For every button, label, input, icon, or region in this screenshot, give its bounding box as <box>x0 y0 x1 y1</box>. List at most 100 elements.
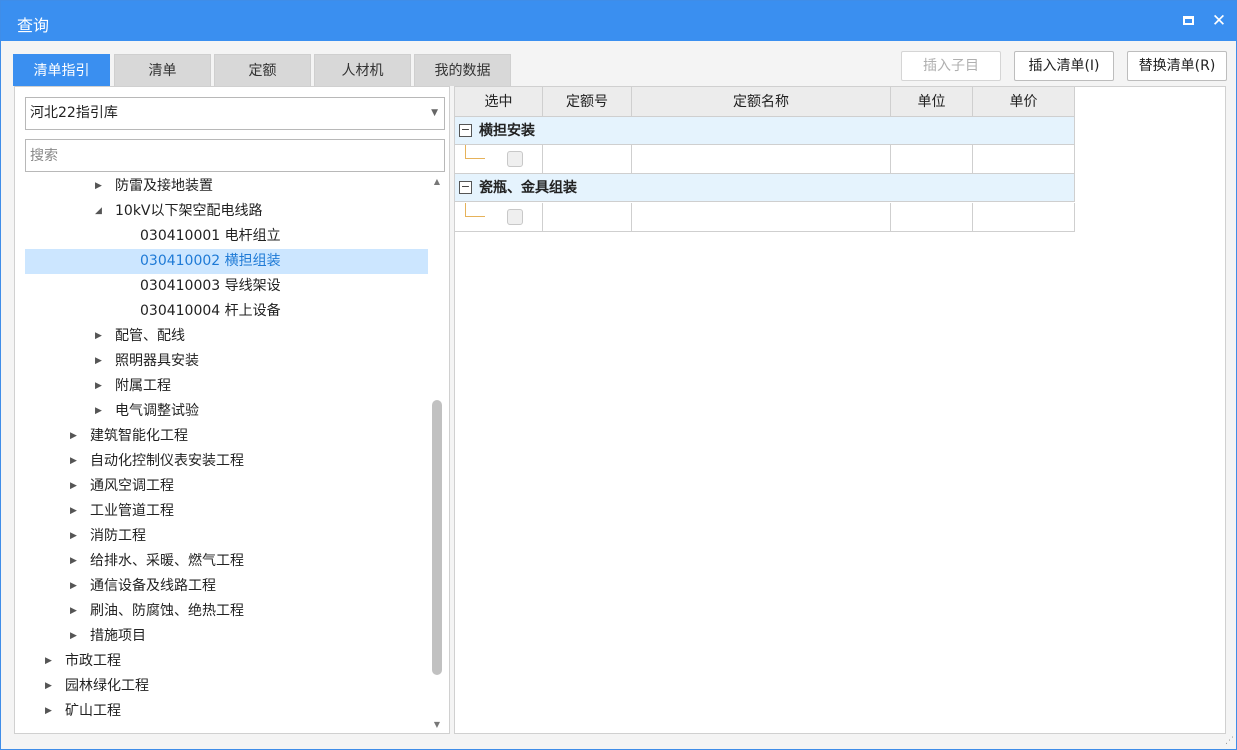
tree-item-label: 附属工程 <box>115 378 171 394</box>
column-header-unit-price[interactable]: 单价 <box>973 87 1075 117</box>
tree-item[interactable]: 030410004 杆上设备 <box>25 299 428 324</box>
group-row[interactable]: − 瓷瓶、金具组装 <box>455 174 1075 202</box>
triangle-right-icon[interactable]: ▶ <box>45 699 52 724</box>
title-bar[interactable]: 查询 ✕ <box>1 1 1236 41</box>
window-title: 查询 <box>17 16 50 35</box>
cell-select <box>455 145 543 173</box>
column-header-quota-name[interactable]: 定额名称 <box>632 87 891 117</box>
scroll-up-icon[interactable]: ▲ <box>432 177 442 187</box>
tree-item-label: 矿山工程 <box>65 703 121 719</box>
right-panel: 选中 定额号 定额名称 单位 单价 − 横担安装 − 瓷瓶、金具组装 <box>454 86 1226 734</box>
search-input[interactable] <box>25 139 445 172</box>
minus-icon[interactable]: − <box>459 124 472 137</box>
tree-item-label: 030410001 电杆组立 <box>140 228 281 244</box>
tree-item[interactable]: ▶ 配管、配线 <box>25 324 428 349</box>
tab-list[interactable]: 清单 <box>114 54 211 86</box>
row-checkbox[interactable] <box>507 209 523 225</box>
tree-item[interactable]: 030410001 电杆组立 <box>25 224 428 249</box>
tree-item[interactable]: ▶ 自动化控制仪表安装工程 <box>25 449 428 474</box>
tree-item[interactable]: 030410002 横担组装 <box>25 249 428 274</box>
tree-item-label: 刷油、防腐蚀、绝热工程 <box>90 603 244 619</box>
scrollbar-thumb[interactable] <box>432 400 442 675</box>
tree-item-label: 电气调整试验 <box>115 403 199 419</box>
tree-item[interactable]: ▶ 给排水、采暖、燃气工程 <box>25 549 428 574</box>
row-checkbox[interactable] <box>507 151 523 167</box>
tree-item-label: 030410004 杆上设备 <box>140 303 281 319</box>
triangle-right-icon[interactable]: ▶ <box>70 574 77 599</box>
tree-item[interactable]: ▶ 建筑智能化工程 <box>25 424 428 449</box>
table-row[interactable] <box>455 203 1075 232</box>
insert-list-button[interactable]: 插入清单(I) <box>1014 51 1114 81</box>
tree-item-label: 030410002 横担组装 <box>140 253 281 269</box>
close-icon[interactable]: ✕ <box>1209 11 1229 31</box>
cell-quota-code <box>543 203 632 231</box>
tree-item-label: 措施项目 <box>90 628 146 644</box>
triangle-right-icon[interactable]: ▶ <box>70 474 77 499</box>
tree-item-label: 030410003 导线架设 <box>140 278 281 294</box>
tree-item[interactable]: ▶ 市政工程 <box>25 649 428 674</box>
maximize-icon[interactable] <box>1178 11 1198 31</box>
tree-item-label: 消防工程 <box>90 528 146 544</box>
group-label: 瓷瓶、金具组装 <box>479 180 577 196</box>
tree-scrollbar[interactable]: ▲ ▼ <box>429 175 445 733</box>
cell-quota-code <box>543 145 632 173</box>
column-header-quota-code[interactable]: 定额号 <box>543 87 632 117</box>
tree-item[interactable]: ▶ 防雷及接地装置 <box>25 175 428 199</box>
triangle-right-icon[interactable]: ▶ <box>45 674 52 699</box>
tree-item[interactable]: ▶ 通信设备及线路工程 <box>25 574 428 599</box>
resize-grip-icon[interactable]: ⋰ <box>1225 736 1234 746</box>
table-row[interactable] <box>455 145 1075 174</box>
group-label: 横担安装 <box>479 123 535 139</box>
group-row[interactable]: − 横担安装 <box>455 117 1075 145</box>
tree-item[interactable]: ▶ 刷油、防腐蚀、绝热工程 <box>25 599 428 624</box>
triangle-right-icon[interactable]: ▶ <box>70 599 77 624</box>
tree-item-label: 建筑智能化工程 <box>90 428 188 444</box>
triangle-right-icon[interactable]: ▶ <box>70 549 77 574</box>
tree-item[interactable]: ▶ 工业管道工程 <box>25 499 428 524</box>
tab-labor-material-machine[interactable]: 人材机 <box>314 54 411 86</box>
triangle-right-icon[interactable]: ▶ <box>95 349 102 374</box>
triangle-right-icon[interactable]: ▶ <box>70 499 77 524</box>
tree-item[interactable]: ◢ 10kV以下架空配电线路 <box>25 199 428 224</box>
tree-item-label: 通风空调工程 <box>90 478 174 494</box>
triangle-right-icon[interactable]: ▶ <box>45 649 52 674</box>
triangle-right-icon[interactable]: ▶ <box>70 624 77 649</box>
tree-item[interactable]: 030410003 导线架设 <box>25 274 428 299</box>
tree-item[interactable]: ▶ 措施项目 <box>25 624 428 649</box>
chevron-down-icon[interactable]: ▼ <box>431 98 438 129</box>
triangle-right-icon[interactable]: ▶ <box>95 399 102 424</box>
triangle-right-icon[interactable]: ▶ <box>95 374 102 399</box>
minus-icon[interactable]: − <box>459 181 472 194</box>
tree-item[interactable]: ▶ 附属工程 <box>25 374 428 399</box>
tree-item-label: 园林绿化工程 <box>65 678 149 694</box>
triangle-right-icon[interactable]: ▶ <box>95 324 102 349</box>
tab-my-data[interactable]: 我的数据 <box>414 54 511 86</box>
replace-list-button[interactable]: 替换清单(R) <box>1127 51 1227 81</box>
insert-child-button[interactable]: 插入子目 <box>901 51 1001 81</box>
tab-list-guide[interactable]: 清单指引 <box>13 54 110 86</box>
tree-item[interactable]: ▶ 园林绿化工程 <box>25 674 428 699</box>
library-select[interactable]: 河北22指引库 ▼ <box>25 97 445 130</box>
tree-item[interactable]: ▶ 通风空调工程 <box>25 474 428 499</box>
scroll-down-icon[interactable]: ▼ <box>432 720 442 730</box>
tree-item[interactable]: ▶ 矿山工程 <box>25 699 428 724</box>
cell-unit <box>891 203 973 231</box>
tree-item-label: 配管、配线 <box>115 328 185 344</box>
tab-quota[interactable]: 定额 <box>214 54 311 86</box>
query-dialog: 查询 ✕ 清单指引 清单 定额 人材机 我的数据 插入子目 插入清单(I) 替换… <box>0 0 1237 750</box>
tree-item-label: 通信设备及线路工程 <box>90 578 216 594</box>
cell-unit <box>891 145 973 173</box>
tree-item[interactable]: ▶ 照明器具安装 <box>25 349 428 374</box>
column-header-unit[interactable]: 单位 <box>891 87 973 117</box>
left-panel: 河北22指引库 ▼ ▶ 防雷及接地装置 ◢ 10kV以下架空配电线路 030410001… <box>14 86 450 734</box>
tree-item[interactable]: ▶ 消防工程 <box>25 524 428 549</box>
tree-item-label: 市政工程 <box>65 653 121 669</box>
tree-item-label: 防雷及接地装置 <box>115 178 213 194</box>
tree-item[interactable]: ▶ 电气调整试验 <box>25 399 428 424</box>
triangle-right-icon[interactable]: ▶ <box>70 424 77 449</box>
triangle-right-icon[interactable]: ▶ <box>70 524 77 549</box>
column-header-select[interactable]: 选中 <box>455 87 543 117</box>
triangle-right-icon[interactable]: ▶ <box>70 449 77 474</box>
triangle-right-icon[interactable]: ▶ <box>95 175 102 199</box>
triangle-down-icon[interactable]: ◢ <box>95 199 102 224</box>
